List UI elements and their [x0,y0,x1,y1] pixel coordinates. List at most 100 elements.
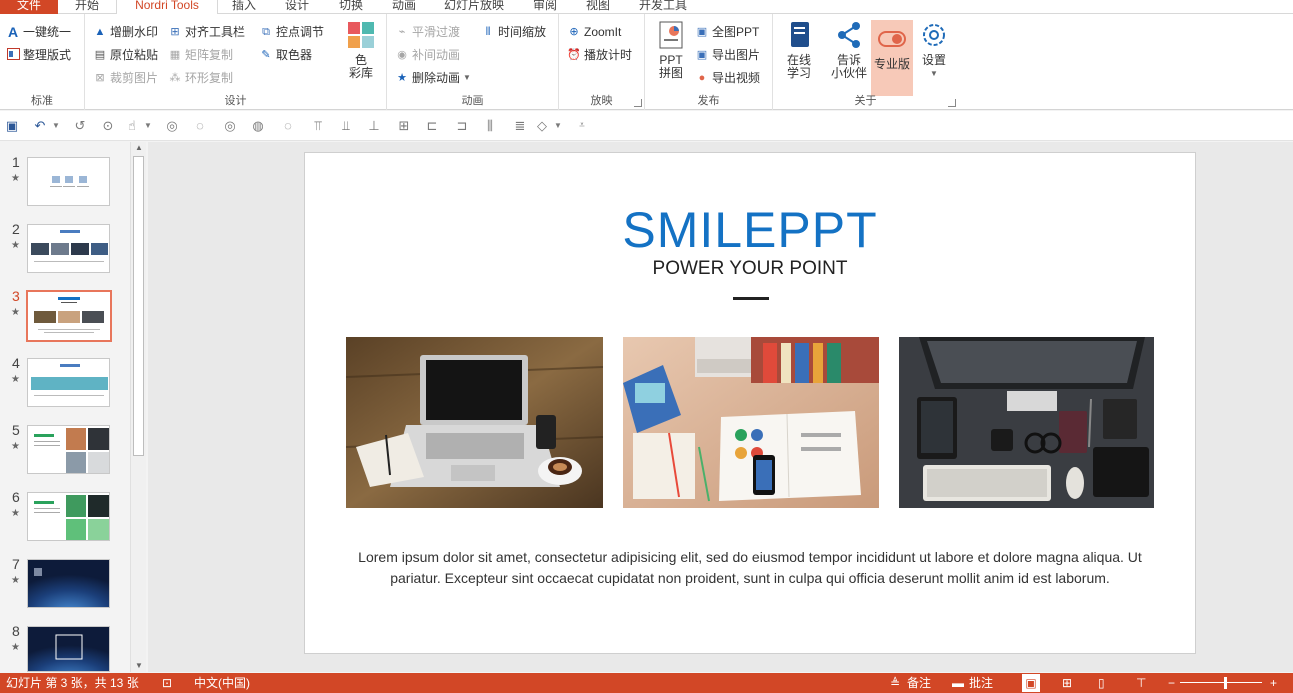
slide-sorter-view-icon[interactable]: ⊞ [1062,673,1072,693]
tab-view[interactable]: 视图 [574,0,622,14]
share-button[interactable]: 告诉 小伙伴 [827,20,871,80]
zoom-slider-handle[interactable] [1224,677,1227,689]
tab-file[interactable]: 文件 [0,0,58,14]
tab-animations[interactable]: 动画 [380,0,428,14]
time-scale-button[interactable]: ⫴ 时间缩放 [481,22,546,42]
matrix-copy-button[interactable]: ▦ 矩阵复制 [168,45,233,65]
watermark-button[interactable]: ▲ 增删水印 [93,22,158,42]
paste-in-place-button[interactable]: ▤ 原位粘贴 [93,45,158,65]
align-right-icon[interactable]: ⊐ [454,118,470,134]
shape-dropdown-icon[interactable]: ▼ [550,118,566,134]
union-icon[interactable]: ◎ [164,118,180,134]
photo-desk-flatlay[interactable] [623,337,879,508]
current-slide[interactable]: SMILEPPT POWER YOUR POINT Lorem ipsum do… [304,152,1196,654]
align-center-icon[interactable]: ⊞ [396,118,412,134]
slideshow-view-icon[interactable]: ⊤ [1136,673,1146,693]
reading-view-icon[interactable]: ▯ [1098,673,1105,693]
thumbnail-slide-2[interactable] [27,224,110,273]
align-toolbar-button[interactable]: ⊞ 对齐工具栏 [168,22,245,42]
ppt-puzzle-button[interactable]: PPT 拼图 [653,20,689,80]
comments-button[interactable]: 批注 [969,673,993,693]
customize-qat-icon[interactable]: ⩡ [574,118,590,134]
pointer-dropdown-icon[interactable]: ▼ [140,118,156,134]
align-top-icon[interactable]: ⫪ [310,118,326,134]
distribute-h-icon[interactable]: ⫼ [482,118,498,134]
intersect-icon[interactable]: ◎ [222,118,238,134]
tab-review[interactable]: 审阅 [520,0,570,14]
tab-transitions[interactable]: 切换 [326,0,376,14]
tab-design[interactable]: 设计 [272,0,322,14]
photo-dark-desk-devices[interactable] [899,337,1154,508]
thumbnail-slide-1[interactable] [27,157,110,206]
zoom-out-icon[interactable]: − [1168,673,1175,693]
distribute-v-icon[interactable]: ≣ [512,118,528,134]
notes-icon[interactable]: ≜ [890,673,900,693]
tab-home[interactable]: 开始 [62,0,112,14]
handle-adjust-button[interactable]: ⧉ 控点调节 [259,22,324,42]
notes-button[interactable]: 备注 [907,673,931,693]
thumbnail-slide-6[interactable] [27,492,110,541]
align-bottom-icon[interactable]: ⫫ [338,118,354,134]
zoom-in-icon[interactable]: + [1270,673,1277,693]
tab-developer[interactable]: 开发工具 [628,0,698,14]
delete-animation-button[interactable]: ★ 删除动画 ▼ [395,68,471,88]
show-dialog-launcher-icon[interactable] [634,99,642,107]
language-indicator[interactable]: 中文(中国) [194,673,250,693]
combine-icon[interactable]: ◌ [192,118,208,134]
align-middle-icon[interactable]: ⊥ [366,118,382,134]
thumbnail-scrollbar[interactable]: ▲ ▼ [130,142,146,672]
zoomit-button[interactable]: ⊕ ZoomIt [567,22,621,42]
thumbnail-slide-5[interactable] [27,425,110,474]
subtract-icon[interactable]: ◍ [250,118,266,134]
thumbnail-slide-8[interactable] [27,626,110,672]
unify-button[interactable]: A 一键统一 [6,22,71,42]
online-learning-button[interactable]: 在线 学习 [779,20,819,80]
tab-slideshow[interactable]: 幻灯片放映 [432,0,516,14]
normal-view-icon[interactable]: ▣ [1022,674,1040,692]
crop-image-button[interactable]: ⊠ 裁剪图片 [93,68,158,88]
fragment-icon[interactable]: ◌ [280,118,296,134]
thumbnail-slide-7[interactable] [27,559,110,608]
comment-icon[interactable]: ▬ [952,673,964,693]
layout-icon [6,48,20,62]
format-layout-button[interactable]: 整理版式 [6,45,71,65]
smooth-transition-button[interactable]: ⌁ 平滑过渡 [395,22,460,42]
shape-icon[interactable]: ◇ [534,118,550,134]
settings-button[interactable]: 设置 ▼ [915,20,953,80]
thumbnail-slide-3[interactable] [26,290,112,342]
tween-animation-button[interactable]: ◉ 补间动画 [395,45,460,65]
thumbnail-slide-4[interactable] [27,358,110,407]
pointer-icon[interactable]: ☝ [124,118,140,134]
ribbon: A 一键统一 整理版式 标准 ▲ 增删水印 ⊞ 对齐工具栏 ⧉ 控点调节 ▤ 原… [0,14,1293,110]
share-icon [834,20,864,50]
color-picker-button[interactable]: ✎ 取色器 [259,45,312,65]
scroll-up-icon[interactable]: ▲ [131,142,147,154]
font-a-icon: A [7,24,19,40]
export-video-button[interactable]: ● 导出视频 [695,68,760,88]
export-image-button[interactable]: ▣ 导出图片 [695,45,760,65]
redo-icon[interactable]: ↺ [72,118,88,134]
undo-icon[interactable]: ↶ [32,118,48,134]
spelling-check-icon[interactable]: ⊡ [162,673,172,693]
save-icon[interactable]: ▣ [4,118,20,134]
slide-subtitle[interactable]: POWER YOUR POINT [305,258,1195,280]
play-timer-button[interactable]: ⏰ 播放计时 [567,45,632,65]
align-left-icon[interactable]: ⊏ [424,118,440,134]
zoom-slider-track[interactable] [1180,682,1262,683]
pro-version-button[interactable]: 专业版 [871,20,913,96]
slide-title[interactable]: SMILEPPT [305,201,1195,259]
undo-dropdown-icon[interactable]: ▼ [48,118,64,134]
about-dialog-launcher-icon[interactable] [948,99,956,107]
select-icon[interactable]: ⊙ [100,118,116,134]
slide-editing-area: SMILEPPT POWER YOUR POINT Lorem ipsum do… [148,142,1293,672]
scroll-down-icon[interactable]: ▼ [131,660,147,672]
slide-body-text[interactable]: Lorem ipsum dolor sit amet, consectetur … [355,547,1145,589]
group-label-about: 关于 [854,95,877,107]
color-library-button[interactable]: 色 彩库 [341,20,381,80]
full-image-ppt-button[interactable]: ▣ 全图PPT [695,22,760,42]
scrollbar-thumb[interactable] [133,156,144,456]
tab-nordri-tools[interactable]: Nordri Tools [116,0,218,14]
photo-laptop-desk[interactable] [346,337,603,508]
tab-insert[interactable]: 插入 [220,0,268,14]
ring-copy-button[interactable]: ⁂ 环形复制 [168,68,234,88]
